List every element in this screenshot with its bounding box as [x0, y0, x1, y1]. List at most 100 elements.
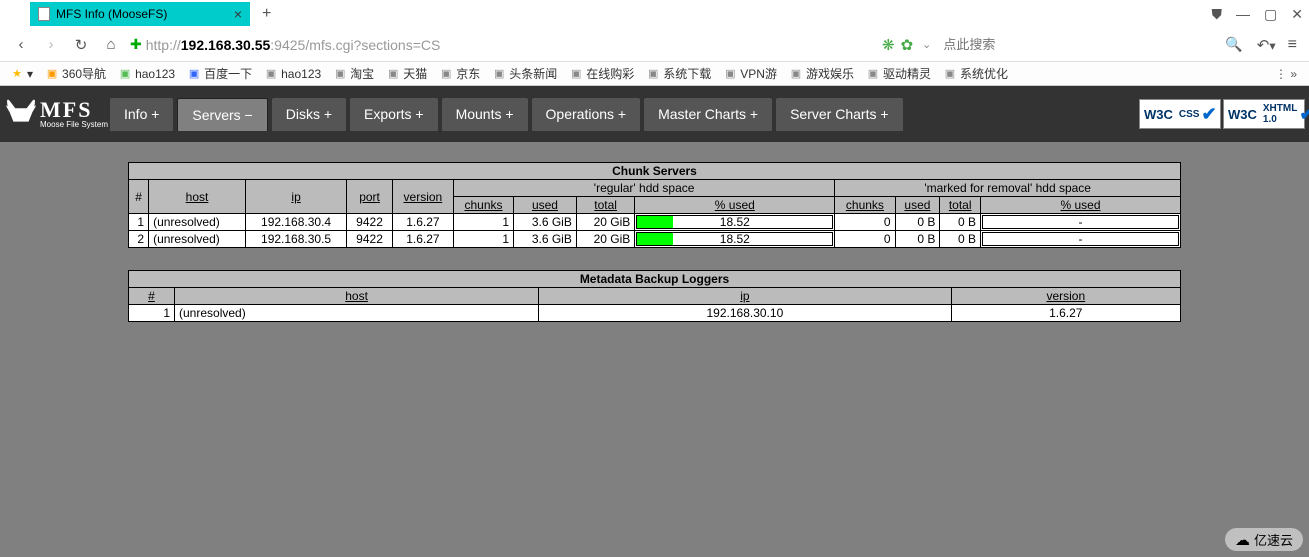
chunk-servers-table: Chunk Servers # host ip port version 're… — [128, 162, 1181, 248]
table-row: 2 (unresolved) 192.168.30.5 9422 1.6.27 … — [129, 231, 1181, 248]
cell-host: (unresolved) — [149, 214, 246, 231]
bookmark-icon: ▣ — [264, 67, 278, 81]
reload-button[interactable]: ↻ — [69, 33, 93, 57]
new-tab-button[interactable]: + — [262, 5, 271, 23]
bookmark-item[interactable]: ▣hao123 — [260, 65, 325, 82]
close-tab-icon[interactable]: × — [234, 6, 242, 22]
bookmark-icon: ▣ — [866, 67, 880, 81]
cell-ip: 192.168.30.10 — [539, 305, 951, 322]
cell-r-chunks: 1 — [453, 214, 513, 231]
bookmark-item[interactable]: ▣京东 — [435, 65, 484, 82]
bookmark-item[interactable]: ▣系统下载 — [642, 65, 715, 82]
check-icon: ✔ — [1201, 104, 1216, 125]
minimize-icon[interactable]: — — [1236, 6, 1250, 23]
bookmark-item[interactable]: ▣hao123 — [114, 65, 179, 82]
cell-r-pused: 18.52 — [635, 214, 835, 231]
bookmark-icon: ▣ — [45, 67, 59, 81]
cell-m-pused: - — [981, 231, 1181, 248]
w3c-xhtml-badge[interactable]: W3C XHTML1.0 ✔ — [1223, 99, 1305, 129]
maximize-icon[interactable]: ▢ — [1264, 6, 1277, 23]
url-prefix: http:// — [146, 37, 181, 53]
eco-icon-1[interactable]: ❋ — [882, 36, 895, 54]
bookmark-item[interactable]: ▣系统优化 — [939, 65, 1012, 82]
metadata-loggers-table: Metadata Backup Loggers # host ip versio… — [128, 270, 1181, 322]
bookmark-item[interactable]: ▣天猫 — [382, 65, 431, 82]
search-input[interactable] — [937, 34, 1217, 56]
col-ip: ip — [245, 180, 346, 214]
cell-r-pused: 18.52 — [635, 231, 835, 248]
col-m-chunks: chunks — [835, 197, 895, 214]
col-num: # — [129, 180, 149, 214]
bookmark-item[interactable]: ▣驱动精灵 — [862, 65, 935, 82]
bookmark-item[interactable]: ▣360导航 — [41, 65, 110, 82]
mcol-version: version — [951, 288, 1180, 305]
col-m-total: total — [940, 197, 981, 214]
cell-m-used: 0 B — [895, 231, 940, 248]
bookmark-label: 百度一下 — [204, 65, 252, 82]
bookmarks-more[interactable]: ⋮ » — [1269, 67, 1303, 81]
search-icon[interactable]: 🔍 — [1225, 36, 1242, 53]
close-window-icon[interactable]: ✕ — [1291, 6, 1303, 23]
tab-title: MFS Info (MooseFS) — [56, 7, 167, 21]
bookmarks-bar: ★▾ ▣360导航▣hao123▣百度一下▣hao123▣淘宝▣天猫▣京东▣头条… — [0, 62, 1309, 86]
bookmark-icon: ▣ — [646, 67, 660, 81]
nav-tab[interactable]: Servers − — [177, 98, 267, 131]
nav-tab[interactable]: Exports + — [350, 98, 438, 131]
w3c-text: W3C — [1140, 105, 1177, 124]
cell-m-used: 0 B — [895, 214, 940, 231]
shield-icon[interactable]: ⛊ — [1212, 6, 1223, 23]
cell-r-chunks: 1 — [453, 231, 513, 248]
chunk-title: Chunk Servers — [129, 163, 1181, 180]
star-icon[interactable]: ★▾ — [6, 67, 37, 81]
logo-sub: Moose File System — [40, 121, 108, 129]
url-display[interactable]: http://192.168.30.55:9425/mfs.cgi?sectio… — [146, 37, 441, 53]
cloud-icon: ☁ — [1235, 531, 1250, 549]
nav-tabs: Info +Servers −Disks +Exports +Mounts +O… — [110, 98, 903, 131]
cell-num: 2 — [129, 231, 149, 248]
window-controls: ⛊ — ▢ ✕ — [1212, 6, 1303, 23]
nav-tab[interactable]: Operations + — [532, 98, 641, 131]
nav-tab[interactable]: Disks + — [272, 98, 346, 131]
bookmark-item[interactable]: ▣在线购彩 — [565, 65, 638, 82]
bookmark-label: 系统优化 — [960, 65, 1008, 82]
menu-icon[interactable]: ≡ — [1288, 36, 1297, 54]
app-header: MFS Moose File System Info +Servers −Dis… — [0, 86, 1309, 142]
mfs-logo: MFS Moose File System — [0, 95, 110, 133]
nav-tab[interactable]: Info + — [110, 98, 173, 131]
nav-tab[interactable]: Master Charts + — [644, 98, 772, 131]
css-text: CSS — [1177, 107, 1202, 122]
browser-tab[interactable]: MFS Info (MooseFS) × — [30, 2, 250, 26]
w3c-css-badge[interactable]: W3C CSS ✔ — [1139, 99, 1221, 129]
bookmark-item[interactable]: ▣VPN游 — [719, 65, 781, 82]
cell-ip: 192.168.30.4 — [245, 214, 346, 231]
back-button[interactable]: ‹ — [9, 33, 33, 57]
cell-version: 1.6.27 — [392, 231, 453, 248]
bookmark-item[interactable]: ▣头条新闻 — [488, 65, 561, 82]
metadata-loggers-table-wrap: Metadata Backup Loggers # host ip versio… — [128, 270, 1181, 322]
w3c-badges: W3C CSS ✔ W3C XHTML1.0 ✔ — [1139, 99, 1305, 129]
cell-ip: 192.168.30.5 — [245, 231, 346, 248]
forward-button[interactable]: › — [39, 33, 63, 57]
cell-m-total: 0 B — [940, 231, 981, 248]
bookmark-label: 游戏娱乐 — [806, 65, 854, 82]
col-r-chunks: chunks — [453, 197, 513, 214]
security-shield-icon[interactable]: ✚ — [130, 36, 142, 53]
bookmark-label: hao123 — [135, 67, 175, 81]
bookmark-label: 天猫 — [403, 65, 427, 82]
watermark: ☁ 亿速云 — [1225, 528, 1303, 551]
cell-port: 9422 — [347, 231, 393, 248]
bookmark-label: 头条新闻 — [509, 65, 557, 82]
eco-icon-2[interactable]: ✿ — [901, 36, 914, 54]
cell-version: 1.6.27 — [951, 305, 1180, 322]
bookmark-icon: ▣ — [943, 67, 957, 81]
undo-button[interactable]: ↶▾ — [1257, 36, 1276, 54]
nav-tab[interactable]: Mounts + — [442, 98, 528, 131]
nav-tab[interactable]: Server Charts + — [776, 98, 902, 131]
home-button[interactable]: ⌂ — [99, 33, 123, 57]
bookmark-item[interactable]: ▣百度一下 — [183, 65, 256, 82]
bookmark-item[interactable]: ▣淘宝 — [329, 65, 378, 82]
dropdown-icon[interactable]: ⌄ — [922, 38, 931, 51]
logo-main: MFS — [40, 99, 108, 121]
bookmark-icon: ▣ — [723, 67, 737, 81]
bookmark-item[interactable]: ▣游戏娱乐 — [785, 65, 858, 82]
